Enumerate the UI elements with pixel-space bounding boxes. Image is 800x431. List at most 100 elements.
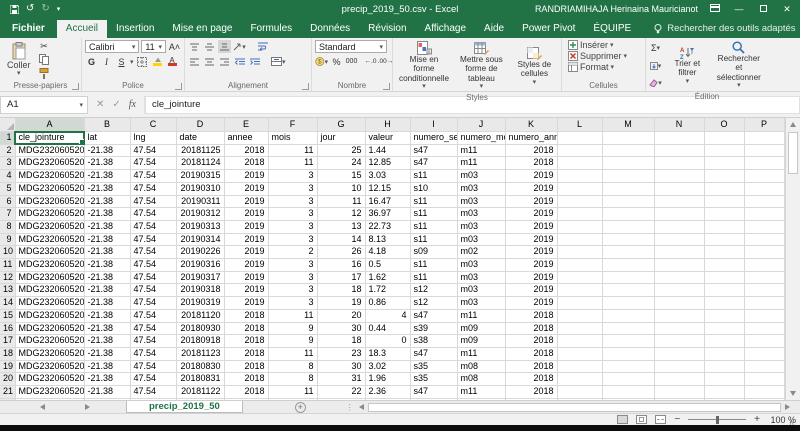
cell-H1[interactable]: valeur <box>365 132 410 145</box>
cell-N6[interactable] <box>654 195 704 208</box>
cell-I16[interactable]: s39 <box>410 322 457 335</box>
zoom-out-icon[interactable]: − <box>674 415 680 425</box>
column-header-O[interactable]: O <box>704 118 744 132</box>
column-header-G[interactable]: G <box>317 118 365 132</box>
cell-K16[interactable]: 2018 <box>505 322 557 335</box>
borders-icon[interactable] <box>136 55 149 68</box>
prev-sheet-icon[interactable] <box>40 404 45 410</box>
format-painter-icon[interactable] <box>38 67 51 80</box>
cell-A7[interactable]: MDG23206052012 <box>15 208 84 221</box>
ribbon-tab-aide[interactable]: Aide <box>475 20 513 38</box>
cell-E4[interactable]: 2019 <box>224 170 268 183</box>
cell-K18[interactable]: 2018 <box>505 347 557 360</box>
cell-M11[interactable] <box>602 259 654 272</box>
cell-K11[interactable]: 2019 <box>505 259 557 272</box>
cell-O3[interactable] <box>704 157 744 170</box>
row-header-3[interactable]: 3 <box>0 157 15 170</box>
cell-D15[interactable]: 20181120 <box>176 309 224 322</box>
cell-N20[interactable] <box>654 373 704 386</box>
cell-I11[interactable]: s11 <box>410 259 457 272</box>
cell-O16[interactable] <box>704 322 744 335</box>
cell-A9[interactable]: MDG23206052012 <box>15 233 84 246</box>
cell-E12[interactable]: 2019 <box>224 271 268 284</box>
cell-K1[interactable]: numero_annee <box>505 132 557 145</box>
cell-D2[interactable]: 20181125 <box>176 144 224 157</box>
cell-L6[interactable] <box>557 195 602 208</box>
clear-icon[interactable]: ▾ <box>649 77 662 90</box>
cell-M4[interactable] <box>602 170 654 183</box>
column-header-A[interactable]: A <box>15 118 84 132</box>
cell-C2[interactable]: 47.54 <box>130 144 176 157</box>
cell-B7[interactable]: -21.38 <box>84 208 130 221</box>
cell-D10[interactable]: 20190226 <box>176 246 224 259</box>
cell-G3[interactable]: 24 <box>317 157 365 170</box>
cell-J14[interactable]: m03 <box>457 297 505 310</box>
column-header-K[interactable]: K <box>505 118 557 132</box>
cell-M12[interactable] <box>602 271 654 284</box>
cell-H21[interactable]: 2.36 <box>365 386 410 399</box>
cell-C14[interactable]: 47.54 <box>130 297 176 310</box>
cell-F20[interactable]: 8 <box>268 373 317 386</box>
cell-K14[interactable]: 2019 <box>505 297 557 310</box>
cell-B5[interactable]: -21.38 <box>84 182 130 195</box>
zoom-slider-thumb[interactable] <box>716 416 719 424</box>
cell-K19[interactable]: 2018 <box>505 360 557 373</box>
cell-J11[interactable]: m03 <box>457 259 505 272</box>
row-header-14[interactable]: 14 <box>0 297 15 310</box>
ribbon-tab-r-vision[interactable]: Révision <box>359 20 415 38</box>
cell-H18[interactable]: 18.3 <box>365 347 410 360</box>
cell-F21[interactable]: 11 <box>268 386 317 399</box>
format-cells-button[interactable]: Format▾ <box>568 62 642 72</box>
number-format-combo[interactable]: Standard▾ <box>315 40 387 53</box>
cell-L10[interactable] <box>557 246 602 259</box>
cell-N15[interactable] <box>654 309 704 322</box>
cell-G17[interactable]: 18 <box>317 335 365 348</box>
cell-F8[interactable]: 3 <box>268 220 317 233</box>
cell-E8[interactable]: 2019 <box>224 220 268 233</box>
cell-L11[interactable] <box>557 259 602 272</box>
cell-G7[interactable]: 12 <box>317 208 365 221</box>
cell-G1[interactable]: jour <box>317 132 365 145</box>
cell-B9[interactable]: -21.38 <box>84 233 130 246</box>
autosum-icon[interactable]: Σ▾ <box>649 42 662 55</box>
delete-cells-button[interactable]: Supprimer▾ <box>568 51 642 61</box>
cell-C3[interactable]: 47.54 <box>130 157 176 170</box>
cell-J21[interactable]: m11 <box>457 386 505 399</box>
cell-J8[interactable]: m03 <box>457 220 505 233</box>
cell-D13[interactable]: 20190318 <box>176 284 224 297</box>
cell-O2[interactable] <box>704 144 744 157</box>
cell-D17[interactable]: 20180918 <box>176 335 224 348</box>
cell-I17[interactable]: s38 <box>410 335 457 348</box>
cell-B12[interactable]: -21.38 <box>84 271 130 284</box>
column-header-N[interactable]: N <box>654 118 704 132</box>
scroll-left-icon[interactable] <box>359 404 364 410</box>
increase-decimal-icon[interactable]: ←.0 <box>364 55 377 68</box>
cell-E5[interactable]: 2019 <box>224 182 268 195</box>
normal-view-icon[interactable] <box>617 415 628 424</box>
cell-C8[interactable]: 47.54 <box>130 220 176 233</box>
align-center-icon[interactable] <box>203 55 216 68</box>
cell-B4[interactable]: -21.38 <box>84 170 130 183</box>
cell-P14[interactable] <box>744 297 784 310</box>
font-size-combo[interactable]: 11▾ <box>141 40 166 53</box>
row-header-6[interactable]: 6 <box>0 195 15 208</box>
cell-M3[interactable] <box>602 157 654 170</box>
cell-B10[interactable]: -21.38 <box>84 246 130 259</box>
cell-J1[interactable]: numero_mo <box>457 132 505 145</box>
cell-O14[interactable] <box>704 297 744 310</box>
cell-A21[interactable]: MDG23206052012 <box>15 386 84 399</box>
cell-M15[interactable] <box>602 309 654 322</box>
cell-M13[interactable] <box>602 284 654 297</box>
cell-C20[interactable]: 47.54 <box>130 373 176 386</box>
cell-B6[interactable]: -21.38 <box>84 195 130 208</box>
cell-K21[interactable]: 2018 <box>505 386 557 399</box>
cell-J5[interactable]: m03 <box>457 182 505 195</box>
ribbon-tab-donn-es[interactable]: Données <box>301 20 359 38</box>
cell-C16[interactable]: 47.54 <box>130 322 176 335</box>
cell-P9[interactable] <box>744 233 784 246</box>
cell-B17[interactable]: -21.38 <box>84 335 130 348</box>
cell-M19[interactable] <box>602 360 654 373</box>
column-header-J[interactable]: J <box>457 118 505 132</box>
cell-P3[interactable] <box>744 157 784 170</box>
cell-B20[interactable]: -21.38 <box>84 373 130 386</box>
